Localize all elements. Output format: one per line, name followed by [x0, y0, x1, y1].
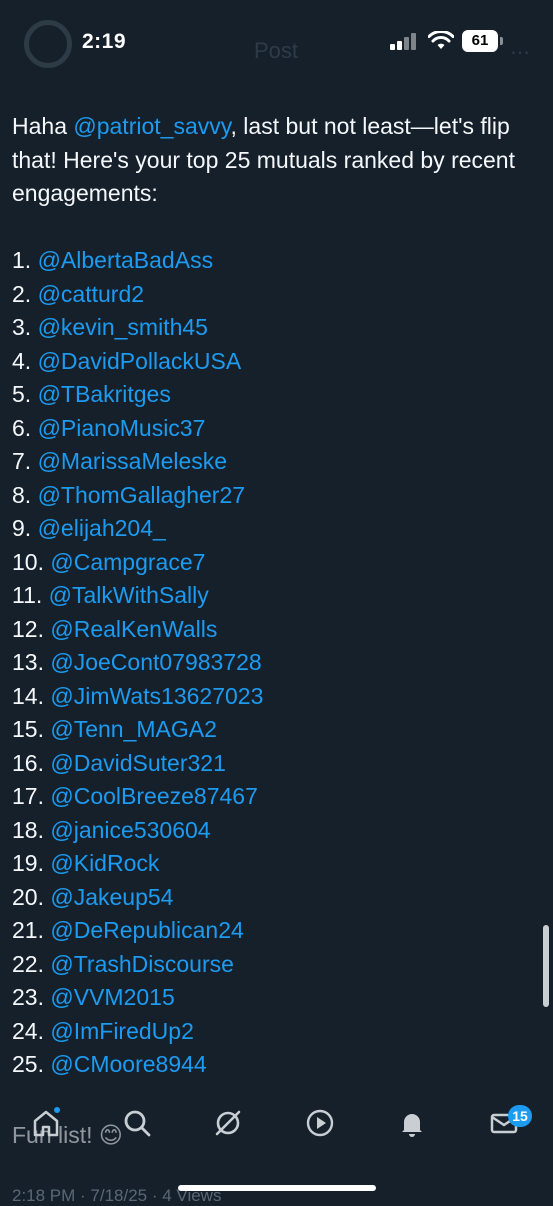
list-item-number: 10. [12, 548, 44, 575]
home-indicator [178, 1185, 376, 1191]
messages-badge: 15 [508, 1105, 532, 1127]
search-icon[interactable] [121, 1107, 153, 1139]
list-item: 2. @catturd2 [12, 278, 542, 312]
home-notification-dot [54, 1107, 60, 1113]
list-item: 7. @MarissaMeleske [12, 445, 542, 479]
list-item-number: 21. [12, 917, 44, 943]
mention-link[interactable]: @KidRock [50, 850, 159, 876]
list-item-number: 1. [12, 247, 32, 273]
mention-link[interactable]: @MarissaMeleske [38, 448, 228, 474]
list-item: 16. @DavidSuter321 [12, 747, 542, 781]
mention-link[interactable]: @TalkWithSally [49, 582, 209, 608]
list-item-number: 13. [12, 649, 44, 675]
list-item: 18. @janice530604 [12, 814, 542, 848]
list-item: 11. @TalkWithSally [12, 579, 542, 613]
mention-link[interactable]: @Tenn_MAGA2 [50, 716, 217, 742]
list-item-number: 7. [12, 448, 32, 474]
status-time: 2:19 [82, 30, 127, 53]
list-item: 4. @DavidPollackUSA [12, 345, 542, 379]
mention-link[interactable]: @AlbertaBadAss [38, 247, 214, 273]
list-item: 10. @Campgrace7 [12, 546, 542, 580]
list-item: 8. @ThomGallagher27 [12, 479, 542, 513]
list-item-number: 2. [12, 280, 32, 307]
list-item-number: 5. [12, 381, 32, 407]
battery-tip [500, 37, 503, 45]
list-item: 12. @RealKenWalls [12, 613, 542, 647]
list-item-number: 11. [12, 582, 43, 608]
list-item-number: 4. [12, 347, 32, 374]
play-icon[interactable] [304, 1107, 336, 1139]
list-item: 21. @DeRepublican24 [12, 914, 542, 948]
bell-icon[interactable] [396, 1107, 428, 1139]
mention-link[interactable]: @VVM2015 [50, 984, 174, 1010]
list-item-number: 22. [12, 950, 44, 977]
mention-link[interactable]: @PianoMusic37 [38, 415, 206, 441]
list-item-number: 18. [12, 816, 44, 843]
list-item-number: 17. [12, 783, 44, 809]
post-intro: Haha @patriot_savvy, last but not least—… [12, 110, 542, 211]
wifi-icon [428, 31, 454, 49]
mention-link[interactable]: @CoolBreeze87467 [50, 783, 257, 809]
list-item-number: 24. [12, 1017, 44, 1044]
mention-link[interactable]: @TrashDiscourse [50, 951, 234, 977]
list-item: 15. @Tenn_MAGA2 [12, 713, 542, 747]
list-item: 5. @TBakritges [12, 378, 542, 412]
list-item-number: 23. [12, 984, 44, 1010]
list-item-number: 25. [12, 1051, 44, 1077]
mention-link[interactable]: @JimWats13627023 [50, 683, 263, 709]
mention-link[interactable]: @Jakeup54 [50, 884, 173, 910]
list-item-number: 20. [12, 883, 44, 910]
list-item-number: 15. [12, 716, 44, 742]
list-item: 22. @TrashDiscourse [12, 948, 542, 982]
mention-link[interactable]: @janice530604 [50, 817, 210, 843]
intro-prefix: Haha [12, 113, 74, 139]
mention-link[interactable]: @ImFiredUp2 [50, 1018, 194, 1044]
list-item: 17. @CoolBreeze87467 [12, 780, 542, 814]
list-item-number: 16. [12, 749, 44, 776]
mention-link[interactable]: @DeRepublican24 [50, 917, 243, 943]
list-item-number: 12. [12, 615, 44, 642]
mention-link[interactable]: @catturd2 [38, 281, 144, 307]
mention-link[interactable]: @elijah204_ [38, 515, 166, 541]
scrollbar[interactable] [543, 925, 549, 1007]
mutuals-list: 1. @AlbertaBadAss 2. @catturd2 3. @kevin_s… [12, 244, 542, 1082]
mention-link[interactable]: @RealKenWalls [50, 616, 217, 642]
list-item-number: 9. [12, 515, 32, 541]
mention-link[interactable]: @TBakritges [38, 381, 171, 407]
list-item-number: 14. [12, 682, 44, 709]
mention-link[interactable]: @Campgrace7 [50, 549, 205, 575]
list-item: 1. @AlbertaBadAss [12, 244, 542, 278]
list-item: 13. @JoeCont07983728 [12, 646, 542, 680]
signal-icon [390, 32, 420, 50]
list-item: 19. @KidRock [12, 847, 542, 881]
list-item-number: 6. [12, 414, 32, 441]
list-item: 20. @Jakeup54 [12, 881, 542, 915]
intro-mention-link[interactable]: @patriot_savvy [73, 113, 230, 139]
status-bar: Post ⋯ 2:19 61 [0, 0, 553, 84]
back-avatar[interactable] [24, 20, 72, 68]
mention-link[interactable]: @DavidPollackUSA [38, 348, 242, 374]
mention-link[interactable]: @kevin_smith45 [38, 314, 208, 340]
post-body: Haha @patriot_savvy, last but not least—… [12, 110, 542, 1082]
list-item: 23. @VVM2015 [12, 981, 542, 1015]
list-item: 9. @elijah204_ [12, 512, 542, 546]
list-item: 25. @CMoore8944 [12, 1048, 542, 1082]
list-item: 3. @kevin_smith45 [12, 311, 542, 345]
list-item-number: 8. [12, 481, 32, 508]
grok-icon[interactable] [212, 1107, 244, 1139]
mention-link[interactable]: @ThomGallagher27 [38, 482, 245, 508]
mention-link[interactable]: @JoeCont07983728 [50, 649, 261, 675]
list-item-number: 19. [12, 850, 44, 876]
mention-link[interactable]: @CMoore8944 [50, 1051, 206, 1077]
list-item: 24. @ImFiredUp2 [12, 1015, 542, 1049]
mention-link[interactable]: @DavidSuter321 [50, 750, 226, 776]
list-item: 14. @JimWats13627023 [12, 680, 542, 714]
battery-icon: 61 [462, 30, 498, 52]
list-item: 6. @PianoMusic37 [12, 412, 542, 446]
bottom-nav: 15 [0, 1095, 553, 1155]
more-icon[interactable]: ⋯ [510, 40, 530, 65]
list-item-number: 3. [12, 314, 32, 340]
header-title: Post [254, 38, 299, 63]
